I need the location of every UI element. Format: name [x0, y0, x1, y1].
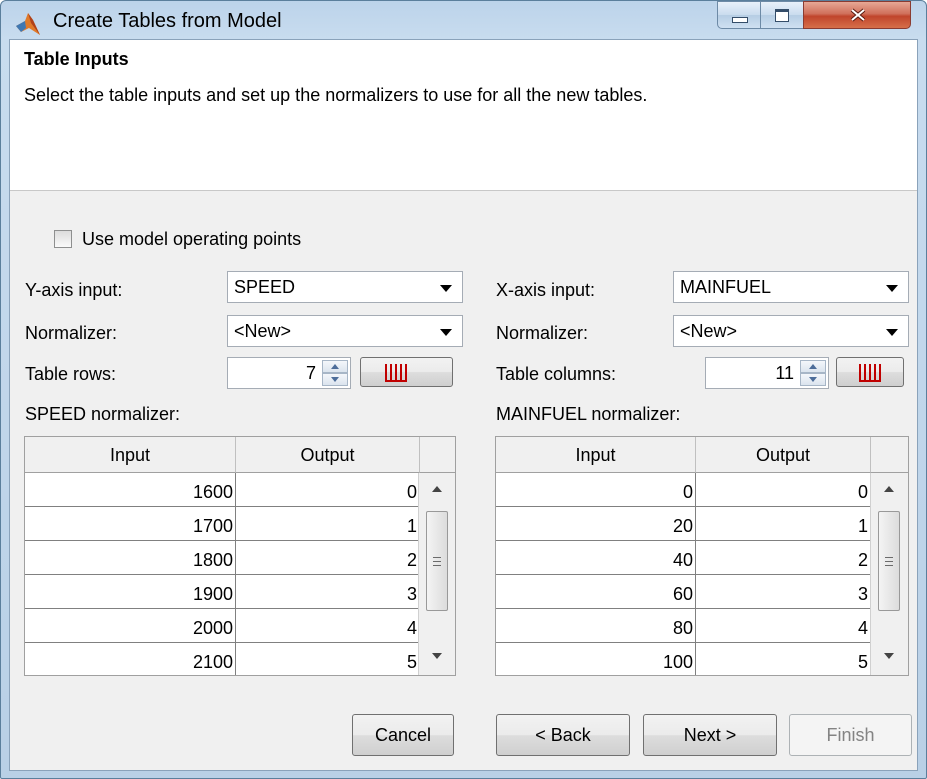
table-columns-value: 11	[775, 363, 794, 383]
table-columns-spinner[interactable]: 11	[705, 357, 829, 389]
y-normalizer-dropdown[interactable]: <New>	[227, 315, 463, 347]
table-cell[interactable]: 1800	[25, 541, 236, 575]
next-button[interactable]: Next >	[643, 714, 777, 756]
table-cell[interactable]: 1600	[25, 473, 236, 507]
table-cell[interactable]: 2100	[25, 643, 236, 675]
minimize-icon	[732, 17, 748, 23]
column-header-output[interactable]: Output	[696, 437, 871, 473]
column-header-input[interactable]: Input	[496, 437, 696, 473]
mainfuel-normalizer-table: Input Output 0 0 20 1 40 2 60 3 80 4 100…	[495, 436, 909, 676]
table-columns-label: Table columns:	[496, 364, 617, 384]
spinner-up-icon[interactable]	[322, 360, 348, 373]
breakpoints-icon	[859, 364, 881, 382]
table-cell[interactable]: 5	[236, 643, 420, 675]
minimize-button[interactable]	[717, 1, 761, 29]
chevron-down-icon	[440, 329, 452, 336]
x-axis-input-label: X-axis input:	[496, 280, 596, 300]
table-cell[interactable]: 2000	[25, 609, 236, 643]
table-cell[interactable]: 0	[496, 473, 696, 507]
use-model-operating-points-checkbox[interactable]	[54, 230, 72, 248]
mainfuel-normalizer-label: MAINFUEL normalizer:	[496, 404, 681, 424]
dialog-body: Table Inputs Select the table inputs and…	[9, 39, 918, 771]
vertical-scrollbar[interactable]	[418, 473, 455, 675]
table-cell[interactable]: 1900	[25, 575, 236, 609]
maximize-button[interactable]	[760, 1, 804, 29]
edit-column-breakpoints-button[interactable]	[836, 357, 904, 387]
table-cell[interactable]: 60	[496, 575, 696, 609]
y-axis-input-label: Y-axis input:	[25, 280, 123, 300]
y-axis-input-dropdown[interactable]: SPEED	[227, 271, 463, 303]
table-cell[interactable]: 1	[696, 507, 871, 541]
table-cell[interactable]: 3	[696, 575, 871, 609]
table-cell[interactable]: 1	[236, 507, 420, 541]
y-axis-input-value: SPEED	[234, 277, 296, 297]
table-cell[interactable]: 5	[696, 643, 871, 675]
speed-normalizer-label: SPEED normalizer:	[25, 404, 181, 424]
matlab-app-icon	[16, 13, 40, 35]
title-bar[interactable]: Create Tables from Model	[1, 1, 926, 39]
y-normalizer-label: Normalizer:	[25, 323, 118, 343]
table-cell[interactable]: 2	[696, 541, 871, 575]
page-title: Table Inputs	[24, 49, 129, 69]
chevron-down-icon	[440, 285, 452, 292]
scroll-up-icon[interactable]	[884, 486, 894, 492]
spinner-down-icon[interactable]	[800, 373, 826, 386]
chevron-down-icon	[886, 285, 898, 292]
page-header: Table Inputs Select the table inputs and…	[10, 40, 917, 191]
column-header-output[interactable]: Output	[236, 437, 420, 473]
close-icon	[850, 8, 866, 22]
table-cell[interactable]: 1700	[25, 507, 236, 541]
close-button[interactable]	[803, 1, 911, 29]
breakpoints-icon	[385, 364, 407, 382]
x-normalizer-value: <New>	[680, 321, 738, 341]
scroll-down-icon[interactable]	[432, 653, 442, 659]
use-model-operating-points-label: Use model operating points	[82, 229, 302, 249]
edit-row-breakpoints-button[interactable]	[360, 357, 453, 387]
window-title: Create Tables from Model	[53, 10, 282, 32]
scroll-thumb[interactable]	[426, 511, 448, 611]
vertical-scrollbar[interactable]	[870, 473, 908, 675]
table-rows-label: Table rows:	[25, 364, 117, 384]
table-cell[interactable]: 20	[496, 507, 696, 541]
maximize-icon	[775, 9, 789, 22]
scroll-thumb[interactable]	[878, 511, 900, 611]
x-normalizer-dropdown[interactable]: <New>	[673, 315, 909, 347]
back-button[interactable]: < Back	[496, 714, 630, 756]
table-cell[interactable]: 4	[236, 609, 420, 643]
spinner-up-icon[interactable]	[800, 360, 826, 373]
column-header-input[interactable]: Input	[25, 437, 236, 473]
table-cell[interactable]: 0	[236, 473, 420, 507]
table-cell[interactable]: 3	[236, 575, 420, 609]
cancel-button[interactable]: Cancel	[352, 714, 454, 756]
scroll-up-icon[interactable]	[432, 486, 442, 492]
x-axis-input-dropdown[interactable]: MAINFUEL	[673, 271, 909, 303]
table-cell[interactable]: 0	[696, 473, 871, 507]
table-cell[interactable]: 2	[236, 541, 420, 575]
chevron-down-icon	[886, 329, 898, 336]
scroll-down-icon[interactable]	[884, 653, 894, 659]
table-cell[interactable]: 100	[496, 643, 696, 675]
table-rows-spinner[interactable]: 7	[227, 357, 351, 389]
y-normalizer-value: <New>	[234, 321, 292, 341]
table-rows-value: 7	[305, 363, 316, 383]
table-cell[interactable]: 40	[496, 541, 696, 575]
dialog-window: Create Tables from Model Table Inputs Se…	[0, 0, 927, 779]
table-cell[interactable]: 80	[496, 609, 696, 643]
speed-normalizer-table: Input Output 1600 0 1700 1 1800 2 1900 3…	[24, 436, 456, 676]
spinner-down-icon[interactable]	[322, 373, 348, 386]
table-cell[interactable]: 4	[696, 609, 871, 643]
x-axis-input-value: MAINFUEL	[680, 277, 772, 297]
finish-button[interactable]: Finish	[789, 714, 912, 756]
page-description: Select the table inputs and set up the n…	[24, 85, 648, 105]
x-normalizer-label: Normalizer:	[496, 323, 589, 343]
